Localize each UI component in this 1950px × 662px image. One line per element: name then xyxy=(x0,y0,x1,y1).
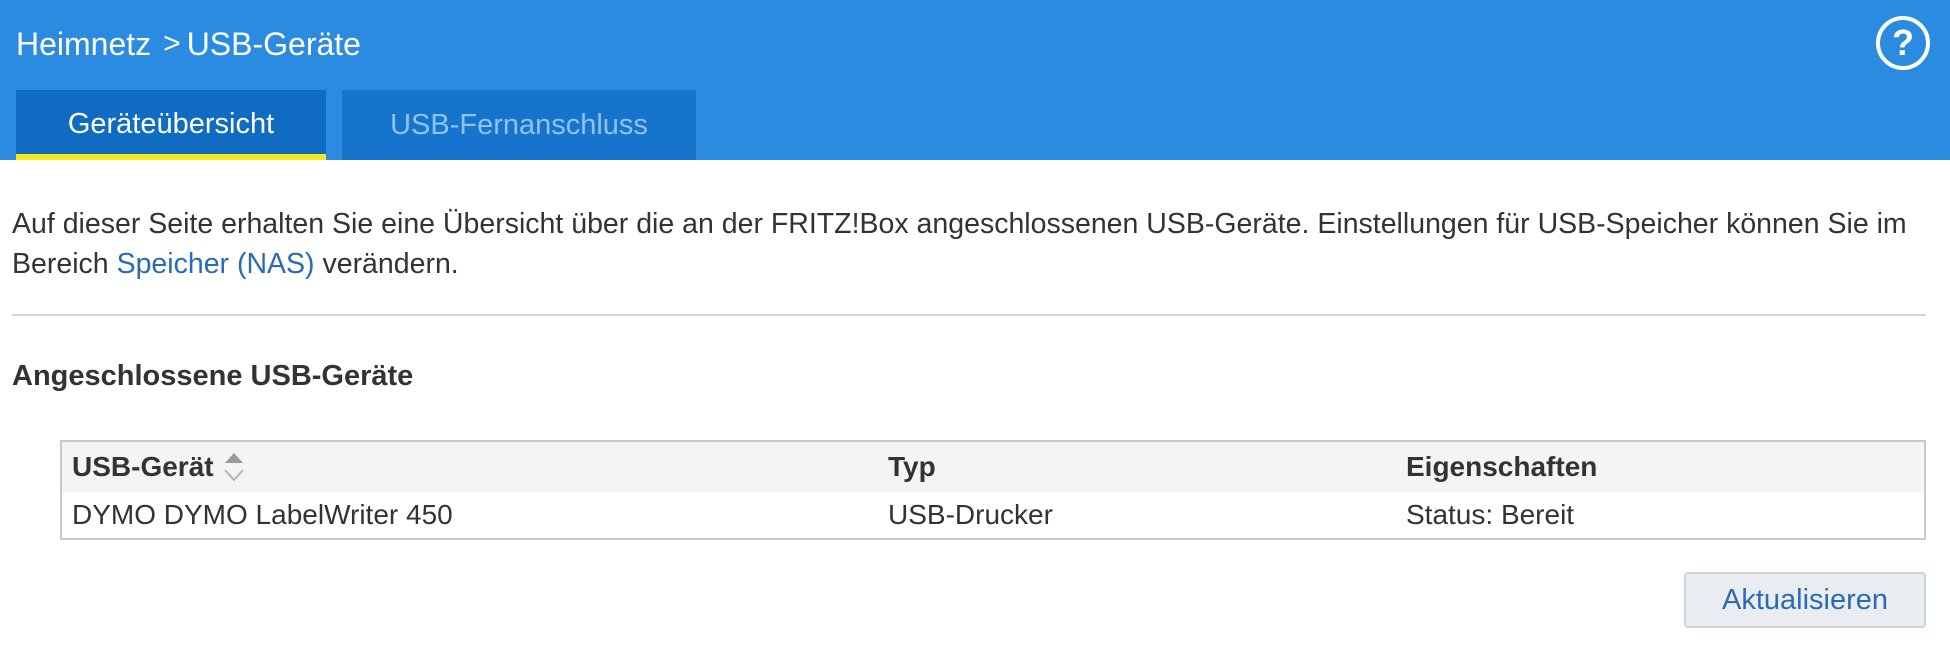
intro-text: Auf dieser Seite erhalten Sie eine Übers… xyxy=(12,204,1932,284)
table-row: DYMO DYMO LabelWriter 450 USB-Drucker St… xyxy=(62,492,1924,538)
refresh-button[interactable]: Aktualisieren xyxy=(1684,572,1926,628)
help-icon-glyph: ? xyxy=(1892,22,1914,63)
column-header-label: USB-Gerät xyxy=(72,451,214,482)
section-title: Angeschlossene USB-Geräte xyxy=(12,360,414,392)
header-bar: Heimnetz > USB-Geräte ? Geräteübersicht … xyxy=(0,0,1950,160)
breadcrumb-item-heimnetz[interactable]: Heimnetz xyxy=(16,26,151,63)
tab-geraeteuebersicht[interactable]: Geräteübersicht xyxy=(16,90,326,160)
usb-devices-table: USB-Gerät Typ Eigenschaften DYMO DYMO La… xyxy=(60,440,1926,540)
tab-label: Geräteübersicht xyxy=(67,107,275,140)
cell-typ: USB-Drucker xyxy=(888,499,1053,530)
tab-usb-fernanschluss[interactable]: USB-Fernanschluss xyxy=(342,90,696,160)
column-header-typ: Typ xyxy=(888,451,936,482)
divider xyxy=(12,314,1926,316)
cell-eigenschaften: Status: Bereit xyxy=(1406,499,1575,530)
sort-arrows-icon[interactable] xyxy=(222,450,246,484)
cell-usb-geraet: DYMO DYMO LabelWriter 450 xyxy=(72,499,453,530)
intro-text-after: verändern. xyxy=(314,248,459,280)
tab-label: USB-Fernanschluss xyxy=(390,108,648,141)
help-icon[interactable]: ? xyxy=(1876,16,1930,70)
column-header-usb-geraet[interactable]: USB-Gerät xyxy=(72,442,246,492)
breadcrumb-separator: > xyxy=(163,27,181,60)
speicher-nas-link[interactable]: Speicher (NAS) xyxy=(117,248,315,280)
column-header-eigenschaften: Eigenschaften xyxy=(1406,451,1598,482)
breadcrumb: Heimnetz > USB-Geräte xyxy=(16,22,361,66)
table-header-row: USB-Gerät Typ Eigenschaften xyxy=(62,442,1924,492)
breadcrumb-item-usb-geraete: USB-Geräte xyxy=(186,25,361,62)
